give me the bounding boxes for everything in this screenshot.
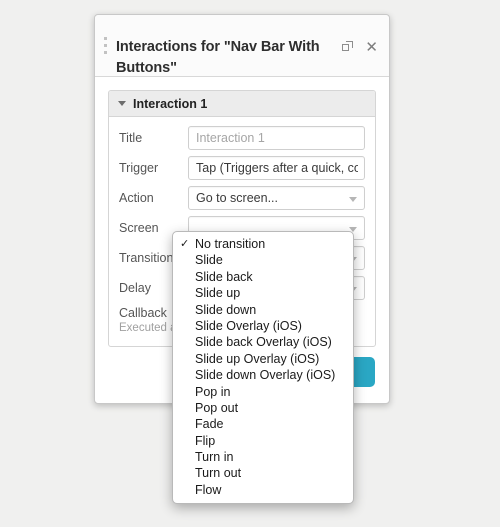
label-trigger: Trigger: [119, 161, 159, 175]
close-icon[interactable]: ✕: [365, 40, 378, 55]
dropdown-option-label: Slide down: [195, 302, 257, 317]
trigger-input[interactable]: Tap (Triggers after a quick, comple: [188, 156, 365, 180]
dropdown-option-label: Flip: [195, 433, 216, 448]
label-action: Action: [119, 191, 154, 205]
dropdown-option[interactable]: Slide back Overlay (iOS): [173, 334, 353, 350]
dropdown-option[interactable]: Slide up: [173, 285, 353, 301]
chevron-down-icon: [349, 197, 357, 202]
dropdown-option-label: Turn in: [195, 450, 234, 465]
dropdown-option-label: Slide Overlay (iOS): [195, 318, 302, 333]
dropdown-option[interactable]: Fade: [173, 416, 353, 432]
panel-titlebar[interactable]: Interactions for "Nav Bar With Buttons" …: [95, 15, 389, 77]
title-input[interactable]: Interaction 1: [188, 126, 365, 150]
check-icon: ✓: [180, 237, 190, 250]
page-title: Interactions for "Nav Bar With Buttons": [116, 39, 320, 76]
dropdown-option-label: Slide: [195, 253, 223, 268]
title-input-value: Interaction 1: [196, 131, 265, 145]
label-title: Title: [119, 131, 143, 145]
dropdown-option[interactable]: Flow: [173, 482, 353, 498]
dropdown-option[interactable]: Slide down Overlay (iOS): [173, 367, 353, 383]
dropdown-option[interactable]: Slide back: [173, 269, 353, 285]
action-select[interactable]: Go to screen...: [188, 186, 365, 210]
dropdown-option[interactable]: Turn out: [173, 465, 353, 481]
form-row-title: Title Interaction 1: [119, 126, 365, 150]
dropdown-option-label: Pop out: [195, 400, 239, 415]
action-select-value: Go to screen...: [196, 191, 278, 205]
form-row-trigger: Trigger Tap (Triggers after a quick, com…: [119, 156, 365, 180]
dropdown-option-label: Flow: [195, 482, 222, 497]
dropdown-option-label: No transition: [195, 237, 266, 251]
dropdown-option[interactable]: Slide Overlay (iOS): [173, 318, 353, 334]
dropdown-option-label: Turn out: [195, 466, 242, 481]
dropdown-option[interactable]: Pop out: [173, 400, 353, 416]
window-controls: ✕: [342, 40, 378, 55]
dropdown-option-label: Slide back: [195, 269, 253, 284]
dropdown-option[interactable]: ✓ No transition: [173, 236, 353, 252]
dropdown-option[interactable]: Pop in: [173, 384, 353, 400]
dropdown-option[interactable]: Slide up Overlay (iOS): [173, 351, 353, 367]
trigger-input-value: Tap (Triggers after a quick, comple: [196, 161, 358, 175]
dropdown-option[interactable]: Turn in: [173, 449, 353, 465]
dropdown-option-label: Fade: [195, 417, 224, 432]
dropdown-option[interactable]: Slide down: [173, 302, 353, 318]
dropdown-option-label: Slide up: [195, 286, 241, 301]
dropdown-option-label: Pop in: [195, 384, 231, 399]
dropdown-option-label: Slide up Overlay (iOS): [195, 351, 320, 366]
form-row-action: Action Go to screen...: [119, 186, 365, 210]
dropdown-option-label: Slide down Overlay (iOS): [195, 368, 336, 383]
section-title: Interaction 1: [133, 96, 208, 111]
dropdown-option[interactable]: Flip: [173, 433, 353, 449]
popout-icon[interactable]: [342, 41, 354, 53]
transition-dropdown-menu[interactable]: ✓ No transition Slide Slide back Slide up…: [172, 231, 354, 505]
caret-down-icon[interactable]: [118, 101, 126, 106]
section-header[interactable]: Interaction 1: [109, 91, 375, 117]
drag-dots-icon[interactable]: [104, 37, 107, 58]
dropdown-option-label: Slide back Overlay (iOS): [195, 335, 332, 350]
dropdown-option[interactable]: Slide: [173, 252, 353, 268]
